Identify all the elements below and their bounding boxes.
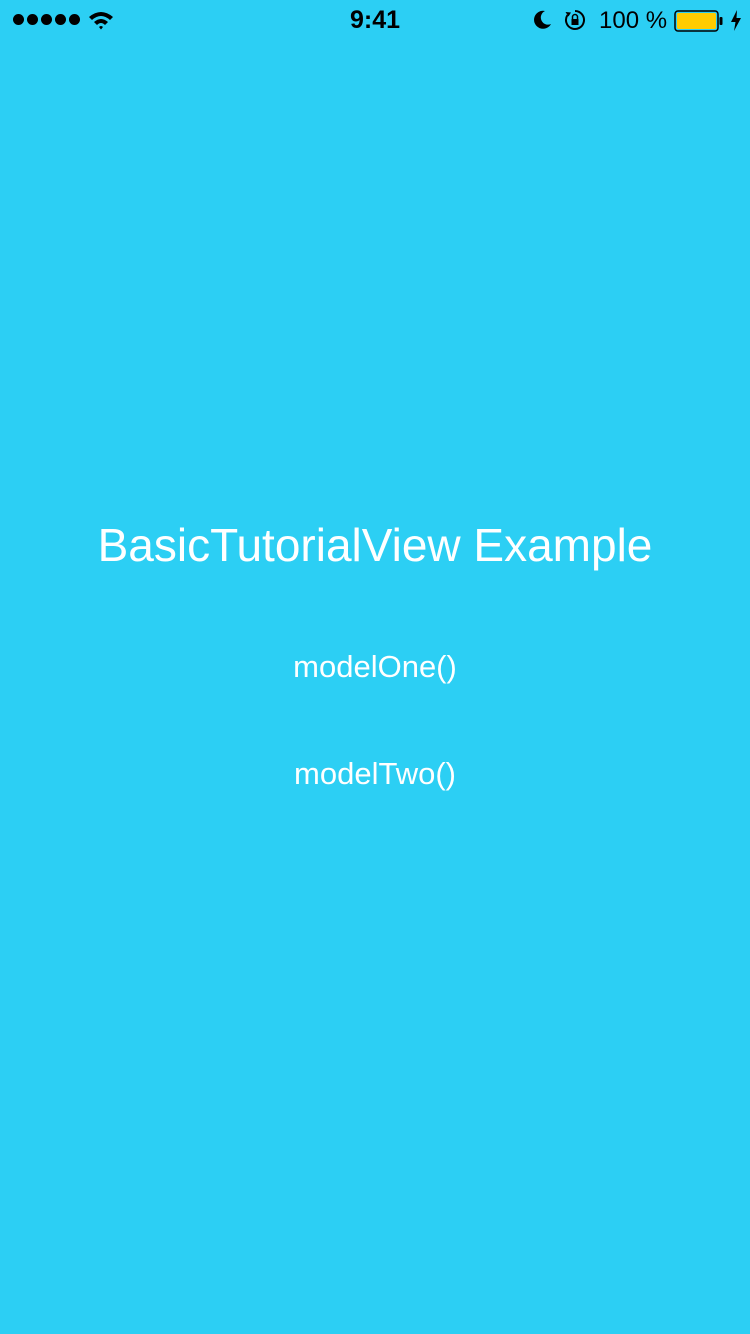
battery-icon bbox=[674, 10, 723, 32]
status-bar: 9:41 100 % bbox=[0, 0, 750, 40]
rotation-lock-icon bbox=[565, 10, 585, 30]
charging-bolt-icon bbox=[731, 10, 741, 31]
app-screen: 9:41 100 % BasicTutorialView Example mod… bbox=[0, 0, 750, 1334]
page-title: BasicTutorialView Example bbox=[97, 519, 653, 571]
model-one-button[interactable]: modelOne() bbox=[225, 637, 525, 697]
model-two-button[interactable]: modelTwo() bbox=[225, 744, 525, 804]
moon-icon bbox=[534, 10, 551, 29]
battery-percentage: 100 % bbox=[599, 7, 668, 34]
